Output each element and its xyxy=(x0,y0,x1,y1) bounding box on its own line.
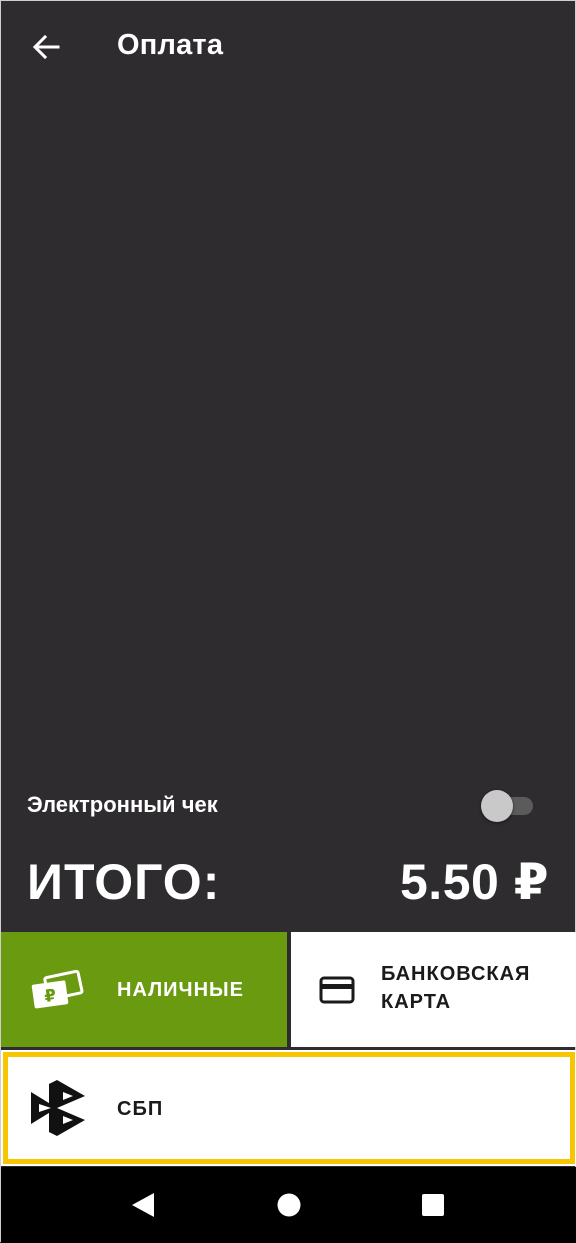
bank-card-label-line2: КАРТА xyxy=(381,991,452,1013)
nav-back-triangle-icon xyxy=(132,1193,154,1217)
total-label: ИТОГО: xyxy=(27,854,221,910)
sbp-payment-button[interactable]: СБП xyxy=(1,1050,576,1166)
app-bar: Оплата xyxy=(1,1,576,95)
nav-home-circle-icon xyxy=(277,1193,301,1217)
nav-recents-button[interactable] xyxy=(411,1183,455,1227)
page-title: Оплата xyxy=(117,29,224,61)
electronic-receipt-label: Электронный чек xyxy=(27,792,218,817)
sbp-label: СБП xyxy=(117,1098,164,1120)
total-amount: 5.50 ₽ xyxy=(400,854,549,910)
bank-card-label-line1: БАНКОВСКАЯ xyxy=(381,963,531,985)
cash-payment-button[interactable]: ₽ НАЛИЧНЫЕ xyxy=(1,932,287,1047)
electronic-receipt-toggle[interactable] xyxy=(481,789,535,822)
nav-recents-square-icon xyxy=(422,1194,444,1216)
toggle-thumb xyxy=(481,790,513,822)
bank-card-payment-button[interactable]: БАНКОВСКАЯ КАРТА xyxy=(291,932,576,1047)
nav-back-button[interactable] xyxy=(121,1183,165,1227)
credit-card-icon xyxy=(319,976,355,1004)
system-navigation-bar xyxy=(1,1167,576,1243)
back-button[interactable] xyxy=(23,27,69,67)
sbp-logo-icon xyxy=(31,1080,85,1136)
banknotes-ruble-icon: ₽ xyxy=(31,970,84,1009)
nav-home-button[interactable] xyxy=(267,1183,311,1227)
arrow-left-icon xyxy=(32,34,60,60)
payment-screen: Оплата Электронный чек ИТОГО: 5.50 ₽ ₽ Н… xyxy=(0,0,576,1243)
bank-card-label: БАНКОВСКАЯ КАРТА xyxy=(381,960,561,1016)
cash-label: НАЛИЧНЫЕ xyxy=(117,979,244,1001)
electronic-receipt-row: Электронный чек xyxy=(1,773,576,835)
